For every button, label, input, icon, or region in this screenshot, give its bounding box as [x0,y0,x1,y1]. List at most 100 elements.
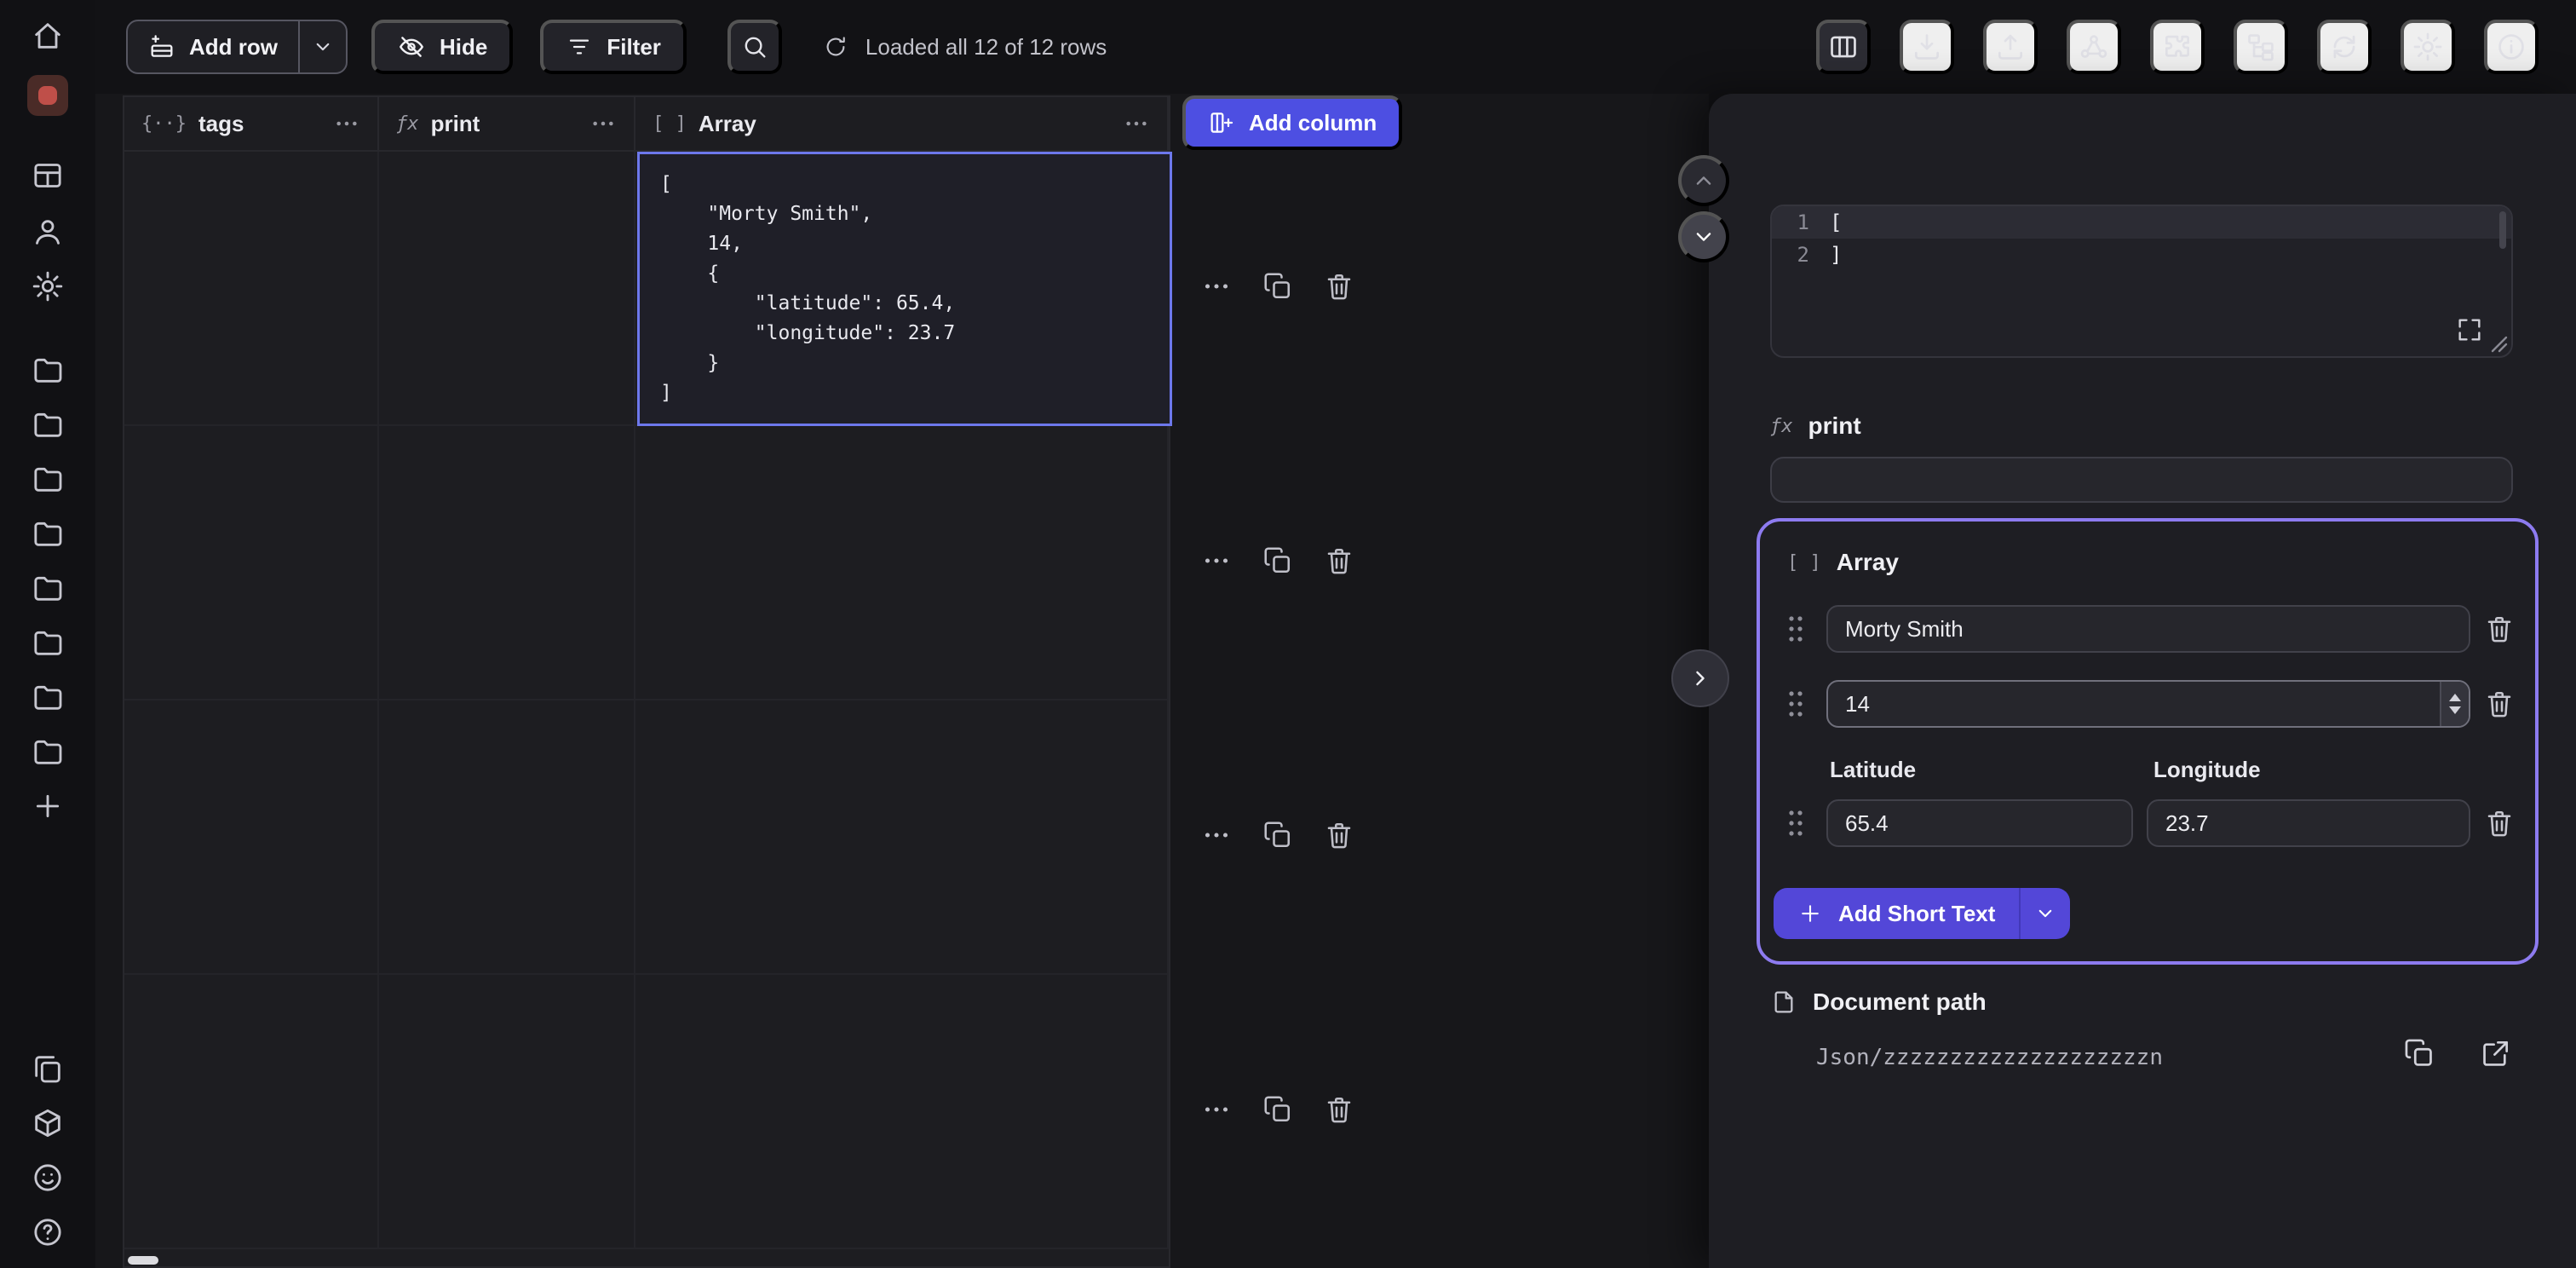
cell-print-2[interactable] [379,426,635,699]
webhooks-button[interactable] [2067,20,2121,74]
row-copy-icon[interactable] [1257,540,1298,581]
column-header-tags[interactable]: {··} tags [124,97,379,150]
line-text: ] [1830,239,1842,271]
array-item-text-input[interactable] [1826,605,2470,653]
row-menu-icon[interactable] [1196,1089,1237,1130]
array-item-number-input[interactable] [1826,680,2470,728]
sync-button[interactable] [2317,20,2372,74]
drag-handle-icon[interactable] [1787,614,1804,644]
selected-array-cell[interactable]: [ "Morty Smith", 14, { "latitude": 65.4,… [637,152,1172,426]
folder-icon-3[interactable] [27,458,68,499]
editor-scrollbar-thumb[interactable] [2499,211,2506,249]
row-delete-icon[interactable] [1319,815,1360,856]
cell-print-1[interactable] [379,152,635,424]
cell-tags-3[interactable] [124,700,379,973]
folder-icon-1[interactable] [27,349,68,390]
search-button[interactable] [727,20,782,74]
add-type-dropdown-button[interactable] [2019,888,2070,939]
row-copy-icon[interactable] [1257,266,1298,307]
row-actions-2 [1196,540,1360,581]
add-row-button[interactable]: Add row [128,21,298,72]
refresh-icon[interactable] [823,34,848,60]
row-actions-3 [1196,815,1360,856]
folder-icon-4[interactable] [27,513,68,554]
document-path-value: Json/zzzzzzzzzzzzzzzzzzzzn [1816,1045,2163,1070]
workspace-avatar[interactable] [27,75,68,116]
row-copy-icon[interactable] [1257,1089,1298,1130]
row-copy-icon[interactable] [1257,815,1298,856]
column-menu-icon[interactable] [333,110,360,137]
row-menu-icon[interactable] [1196,815,1237,856]
column-menu-icon[interactable] [1123,110,1150,137]
expand-editor-icon[interactable] [2455,315,2484,344]
docs-icon[interactable] [27,1048,68,1089]
board-view-button[interactable] [1816,20,1871,74]
code-editor[interactable]: 1 [ 2 ] [1770,205,2513,358]
number-stepper[interactable] [2440,682,2469,726]
folder-icon-6[interactable] [27,622,68,663]
next-document-button[interactable] [1678,211,1729,262]
row-delete-icon[interactable] [1319,266,1360,307]
cell-tags-2[interactable] [124,426,379,699]
previous-document-button[interactable] [1678,155,1729,206]
latitude-input[interactable] [1826,799,2133,847]
column-name: Array [699,111,1111,137]
folder-icon-5[interactable] [27,568,68,608]
feedback-smiley-icon[interactable] [27,1157,68,1198]
folder-icon-7[interactable] [27,677,68,718]
cell-array-4[interactable] [635,975,1169,1248]
collapse-panel-button[interactable] [1671,649,1729,707]
filter-icon [566,33,593,61]
open-external-icon[interactable] [2477,1035,2515,1072]
filter-button[interactable]: Filter [540,20,687,74]
code-line-1: 1 [ [1772,206,2511,239]
folder-icon-8[interactable] [27,731,68,772]
column-menu-icon[interactable] [589,110,617,137]
info-button[interactable] [2484,20,2539,74]
row-delete-icon[interactable] [1319,540,1360,581]
row-menu-icon[interactable] [1196,540,1237,581]
cell-tags-4[interactable] [124,975,379,1248]
home-icon[interactable] [27,15,68,56]
cell-tags-1[interactable] [124,152,379,424]
cell-print-4[interactable] [379,975,635,1248]
account-icon[interactable] [27,211,68,252]
print-field-input[interactable] [1770,457,2513,503]
cell-array-3[interactable] [635,700,1169,973]
row-menu-icon[interactable] [1196,266,1237,307]
add-row-dropdown-button[interactable] [298,21,346,72]
settings-icon[interactable] [27,266,68,307]
delete-item-icon[interactable] [2482,687,2516,721]
longitude-input[interactable] [2147,799,2470,847]
schema-tree-button[interactable] [2234,20,2288,74]
stepper-down-icon[interactable] [2449,706,2461,714]
help-icon[interactable] [27,1212,68,1253]
package-icon[interactable] [27,1103,68,1144]
copy-path-icon[interactable] [2401,1035,2438,1072]
add-short-text-button[interactable]: Add Short Text [1774,888,2019,939]
delete-item-icon[interactable] [2482,612,2516,646]
drag-handle-icon[interactable] [1787,689,1804,719]
row-delete-icon[interactable] [1319,1089,1360,1130]
folder-icon-2[interactable] [27,404,68,445]
column-header-print[interactable]: ƒx print [379,97,635,150]
stepper-up-icon[interactable] [2449,694,2461,701]
delete-item-icon[interactable] [2482,806,2516,840]
column-header-array[interactable]: [ ] Array [635,97,1169,150]
puzzle-icon [2161,31,2194,63]
add-collection-icon[interactable] [27,786,68,827]
extensions-button[interactable] [2150,20,2205,74]
drag-handle-icon[interactable] [1787,808,1804,839]
data-grid-icon[interactable] [27,155,68,196]
import-button[interactable] [1900,20,1954,74]
cell-print-3[interactable] [379,700,635,973]
add-column-button[interactable]: Add column [1182,95,1402,150]
avatar-mark-icon [38,86,57,105]
horizontal-scrollbar-thumb[interactable] [128,1256,158,1265]
add-row-icon [148,33,175,61]
settings-button[interactable] [2401,20,2455,74]
cell-array-2[interactable] [635,426,1169,699]
export-button[interactable] [1983,20,2038,74]
resize-grip-icon[interactable] [2491,336,2508,353]
hide-button[interactable]: Hide [371,20,513,74]
